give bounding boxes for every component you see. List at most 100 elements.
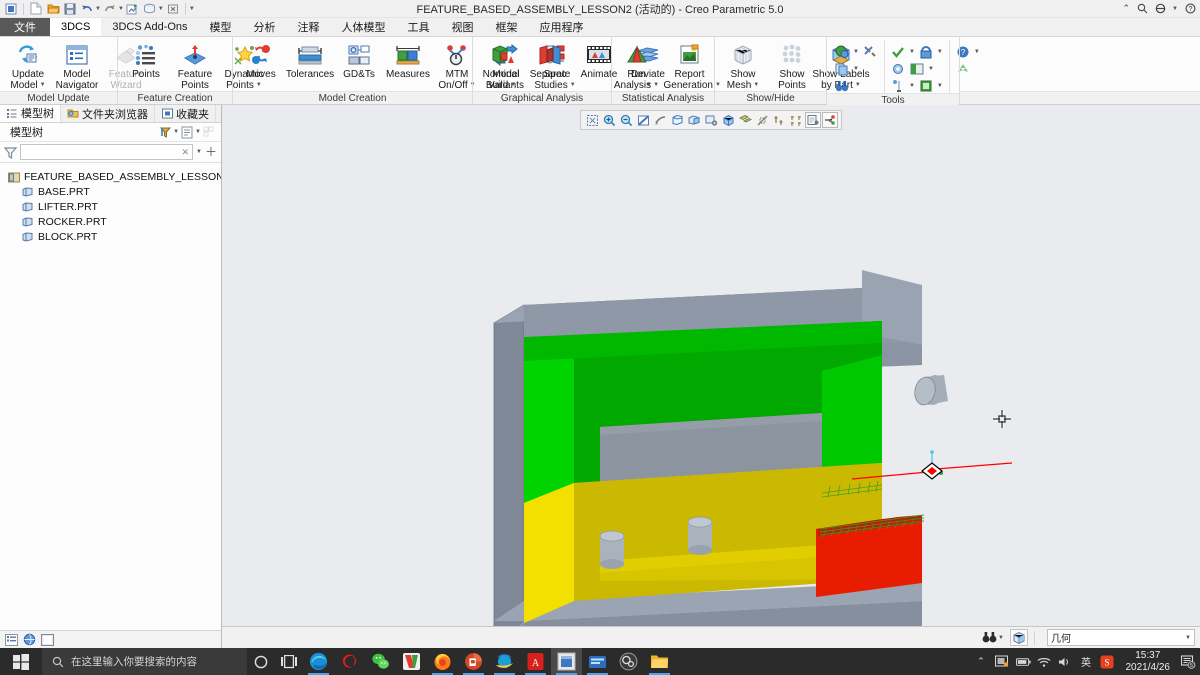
ribbon-button-measures[interactable]: Measures	[384, 40, 432, 80]
new-file-icon[interactable]	[28, 1, 44, 16]
menu-tab-view[interactable]: 视图	[440, 18, 485, 36]
chevron-up-icon[interactable]: ⌃	[974, 654, 989, 670]
gear-blue-icon[interactable]	[890, 61, 906, 76]
taskbar-app-360-browser[interactable]	[334, 648, 365, 675]
copy-data-icon[interactable]	[834, 61, 850, 76]
start-icon[interactable]	[0, 648, 42, 675]
undo-dropdown-icon[interactable]: ▼	[95, 6, 101, 12]
taskbar-clock[interactable]: 15:37 2021/4/26	[1121, 650, 1176, 674]
database-green-icon[interactable]	[918, 78, 934, 93]
annotation-display-icon[interactable]	[805, 112, 821, 128]
binoculars-icon[interactable]	[834, 78, 850, 93]
tree-node-part[interactable]: BASE.PRT	[0, 184, 221, 199]
ribbon-button-nominal-build[interactable]: Nominal Build ▼	[477, 40, 525, 91]
tree-node-part[interactable]: LIFTER.PRT	[0, 199, 221, 214]
tree-list-icon[interactable]	[4, 633, 19, 647]
task-view-icon[interactable]	[275, 648, 303, 675]
selection-filter-combo[interactable]: 几何 ▼	[1047, 629, 1195, 646]
clear-filter-icon[interactable]: ✕	[181, 147, 189, 158]
tree-display-icon[interactable]	[179, 125, 195, 140]
menu-tab-applications[interactable]: 应用程序	[528, 18, 595, 36]
thermometer-icon[interactable]	[890, 78, 906, 93]
taskbar-app-obs[interactable]	[613, 648, 644, 675]
thermometer-dropdown-icon[interactable]: ▼	[909, 83, 915, 89]
tree-filter-input[interactable]: ✕	[20, 144, 194, 160]
menu-tab-tools[interactable]: 工具	[396, 18, 441, 36]
taskbar-app-edge[interactable]	[303, 648, 334, 675]
ribbon-button-report-generation[interactable]: Report Generation ▼	[664, 40, 721, 91]
coord-systems-icon[interactable]	[788, 112, 804, 128]
zoom-out-icon[interactable]	[618, 112, 634, 128]
search-status-dropdown-icon[interactable]: ▼	[998, 635, 1004, 641]
copy-dropdown-icon[interactable]: ▼	[853, 66, 859, 72]
screenshot-icon[interactable]	[995, 654, 1010, 670]
export-dropdown-icon[interactable]: ▼	[928, 66, 934, 72]
saved-orientations-icon[interactable]	[669, 112, 685, 128]
navigator-tab-folder-browser[interactable]: 文件夹浏览器	[61, 105, 155, 122]
zoom-in-icon[interactable]	[601, 112, 617, 128]
spin-center-icon[interactable]	[822, 112, 838, 128]
taskbar-search-input[interactable]: 在这里输入你要搜索的内容	[42, 648, 247, 675]
save-view-icon[interactable]	[703, 112, 719, 128]
wrench-tools-icon[interactable]	[862, 44, 878, 59]
notification-center-icon[interactable]: 5	[1181, 654, 1196, 670]
customize-qat-icon[interactable]: ▼	[189, 6, 195, 12]
graphics-window[interactable]	[222, 105, 1200, 626]
taskbar-app-blue-app[interactable]	[582, 648, 613, 675]
perspective-icon[interactable]	[652, 112, 668, 128]
taskbar-app-firefox[interactable]	[427, 648, 458, 675]
ribbon-button-show-points[interactable]: Show Points	[768, 40, 816, 91]
snipaste-icon[interactable]: S	[1100, 654, 1115, 670]
taskbar-app-powerpoint[interactable]	[458, 648, 489, 675]
menu-tab-annotate[interactable]: 注释	[286, 18, 331, 36]
ribbon-button-model-navigator[interactable]: Model Navigator	[53, 40, 101, 91]
redo-icon[interactable]	[102, 1, 118, 16]
menu-tab-analysis[interactable]: 分析	[242, 18, 287, 36]
lock-blue-icon[interactable]	[918, 44, 934, 59]
globe-settings-icon[interactable]	[834, 44, 850, 59]
taskbar-app-wps[interactable]	[396, 648, 427, 675]
globe-dropdown-icon[interactable]: ▼	[853, 49, 859, 55]
navigator-tab-model-tree[interactable]: 模型树	[0, 105, 61, 122]
filter-dropdown-icon[interactable]: ▼	[196, 149, 202, 155]
selection-cube-icon[interactable]	[1010, 629, 1028, 646]
display-style-icon[interactable]	[720, 112, 736, 128]
ribbon-button-tolerances[interactable]: Tolerances	[286, 40, 334, 80]
cortana-icon[interactable]	[247, 648, 275, 675]
tree-filters-icon[interactable]	[157, 125, 173, 140]
lock-dropdown-icon[interactable]: ▼	[937, 49, 943, 55]
selection-filter-dropdown-icon[interactable]: ▼	[1185, 635, 1191, 641]
battery-icon[interactable]	[1015, 654, 1031, 670]
menu-tab-3dcs-addons[interactable]: 3DCS Add-Ons	[101, 18, 199, 36]
ribbon-button-run-analysis[interactable]: Run Analysis ▼	[611, 40, 663, 91]
help-icon[interactable]: ?	[1185, 3, 1196, 14]
ribbon-button-points[interactable]: Points	[122, 40, 170, 80]
close-window-icon[interactable]	[165, 1, 181, 16]
view-manager-icon[interactable]	[686, 112, 702, 128]
search-icon[interactable]	[1137, 3, 1148, 14]
datum-planes-icon[interactable]	[737, 112, 753, 128]
taskbar-app-acrobat[interactable]: A	[520, 648, 551, 675]
search-status-icon[interactable]	[980, 629, 998, 646]
database-dropdown-icon[interactable]: ▼	[937, 83, 943, 89]
wifi-icon[interactable]	[1037, 654, 1052, 670]
taskbar-app-file-explorer[interactable]	[644, 648, 675, 675]
menu-tab-framework[interactable]: 框架	[484, 18, 529, 36]
tree-node-assembly[interactable]: FEATURE_BASED_ASSEMBLY_LESSON2.ASM	[0, 169, 221, 184]
taskbar-app-creo-parametric[interactable]	[551, 648, 582, 675]
datum-points-icon[interactable]	[771, 112, 787, 128]
window-switch-icon[interactable]	[142, 1, 158, 16]
sync-icon[interactable]	[1155, 3, 1166, 14]
menu-tab-human-model[interactable]: 人体模型	[330, 18, 397, 36]
chevron-up-icon[interactable]: ⌃	[1123, 3, 1131, 14]
menu-file[interactable]: 文件	[0, 18, 50, 36]
export-green-icon[interactable]	[909, 61, 925, 76]
volume-icon[interactable]	[1058, 654, 1073, 670]
sync-dropdown-icon[interactable]: ▼	[1172, 6, 1178, 12]
regenerate-icon[interactable]	[125, 1, 141, 16]
menu-tab-3dcs[interactable]: 3DCS	[50, 18, 102, 36]
ime-icon[interactable]: 英	[1079, 654, 1094, 670]
undo-icon[interactable]	[79, 1, 95, 16]
ribbon-button-separate[interactable]: Separate	[526, 40, 574, 80]
panel-icon[interactable]	[40, 633, 55, 647]
